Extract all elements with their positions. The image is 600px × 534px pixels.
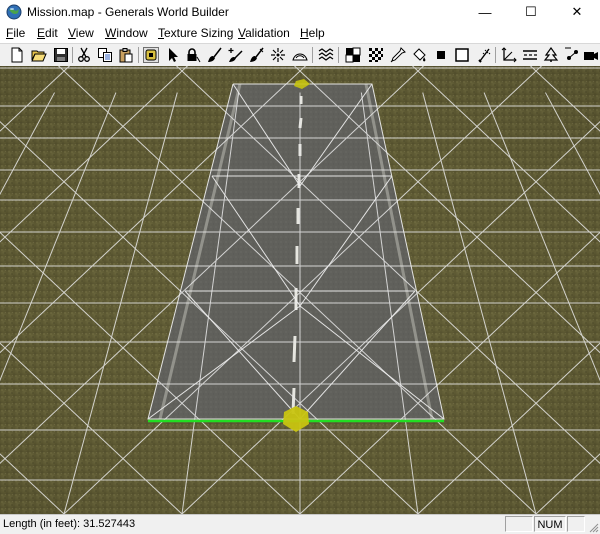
save-icon[interactable] — [53, 47, 69, 63]
copy-icon[interactable] — [97, 47, 113, 63]
axis-icon[interactable] — [501, 47, 517, 63]
menu-window[interactable]: Window — [105, 26, 148, 40]
menu-validation[interactable]: Validation — [238, 26, 290, 40]
toolbar-separator — [312, 47, 313, 63]
menu-view[interactable]: View — [68, 26, 94, 40]
menu-edit[interactable]: Edit — [37, 26, 58, 40]
tile-pattern-icon[interactable] — [345, 47, 361, 63]
road-tool-icon[interactable] — [522, 47, 538, 63]
toolbar — [0, 43, 600, 67]
white-square-icon[interactable] — [454, 47, 470, 63]
menu-texture-sizing[interactable]: Texture Sizing — [158, 26, 233, 40]
title-bar[interactable]: Mission.map - Generals World Builder — ☐… — [0, 0, 600, 24]
feather-brush-icon[interactable] — [249, 47, 265, 63]
toolbar-separator — [138, 47, 139, 63]
scorch-brush-icon[interactable] — [476, 47, 492, 63]
plateau-icon[interactable] — [292, 47, 308, 63]
status-bar: Length (in feet): 31.527443 NUM — [0, 514, 600, 534]
map-viewport[interactable] — [0, 66, 600, 514]
window-title: Mission.map - Generals World Builder — [27, 5, 229, 19]
paste-icon[interactable] — [118, 47, 134, 63]
minimize-button[interactable]: — — [462, 0, 508, 24]
maximize-button[interactable]: ☐ — [508, 0, 554, 24]
waypoint-icon[interactable] — [564, 47, 580, 63]
status-message: Length (in feet): 31.527443 — [3, 518, 136, 530]
smooth-brush-icon[interactable] — [270, 47, 286, 63]
checker-pattern-icon[interactable] — [368, 47, 384, 63]
add-brush-icon[interactable] — [228, 47, 244, 63]
select-pointer-icon[interactable] — [165, 47, 181, 63]
menu-bar: File Edit View Window Texture Sizing Val… — [0, 24, 600, 43]
resize-grip-icon[interactable] — [587, 521, 599, 533]
cut-icon[interactable] — [76, 47, 92, 63]
black-square-icon[interactable] — [433, 47, 449, 63]
lock-icon[interactable] — [185, 47, 201, 63]
toolbar-separator — [72, 47, 73, 63]
new-file-icon[interactable] — [9, 47, 25, 63]
road-dash — [292, 335, 297, 363]
tree-icon[interactable] — [543, 47, 559, 63]
close-icon: ✕ — [571, 4, 583, 19]
eyedropper-icon[interactable] — [390, 47, 406, 63]
water-waves-icon[interactable] — [318, 47, 334, 63]
camera-icon[interactable] — [583, 47, 599, 63]
status-pane-scroll — [567, 516, 585, 532]
brush-icon[interactable] — [207, 47, 223, 63]
toolbar-separator — [495, 47, 496, 63]
paint-bucket-icon[interactable] — [411, 47, 427, 63]
terrain-view — [0, 66, 600, 514]
toolbar-separator — [338, 47, 339, 63]
menu-help[interactable]: Help — [300, 26, 325, 40]
open-folder-icon[interactable] — [31, 47, 47, 63]
status-pane-empty — [505, 516, 533, 532]
close-button[interactable]: ✕ — [554, 0, 600, 24]
num-lock-indicator: NUM — [534, 516, 566, 532]
menu-file[interactable]: File — [6, 26, 25, 40]
app-globe-icon — [6, 4, 22, 20]
minimize-icon: — — [478, 4, 492, 20]
object-properties-icon[interactable] — [143, 47, 159, 63]
maximize-icon: ☐ — [525, 4, 537, 19]
